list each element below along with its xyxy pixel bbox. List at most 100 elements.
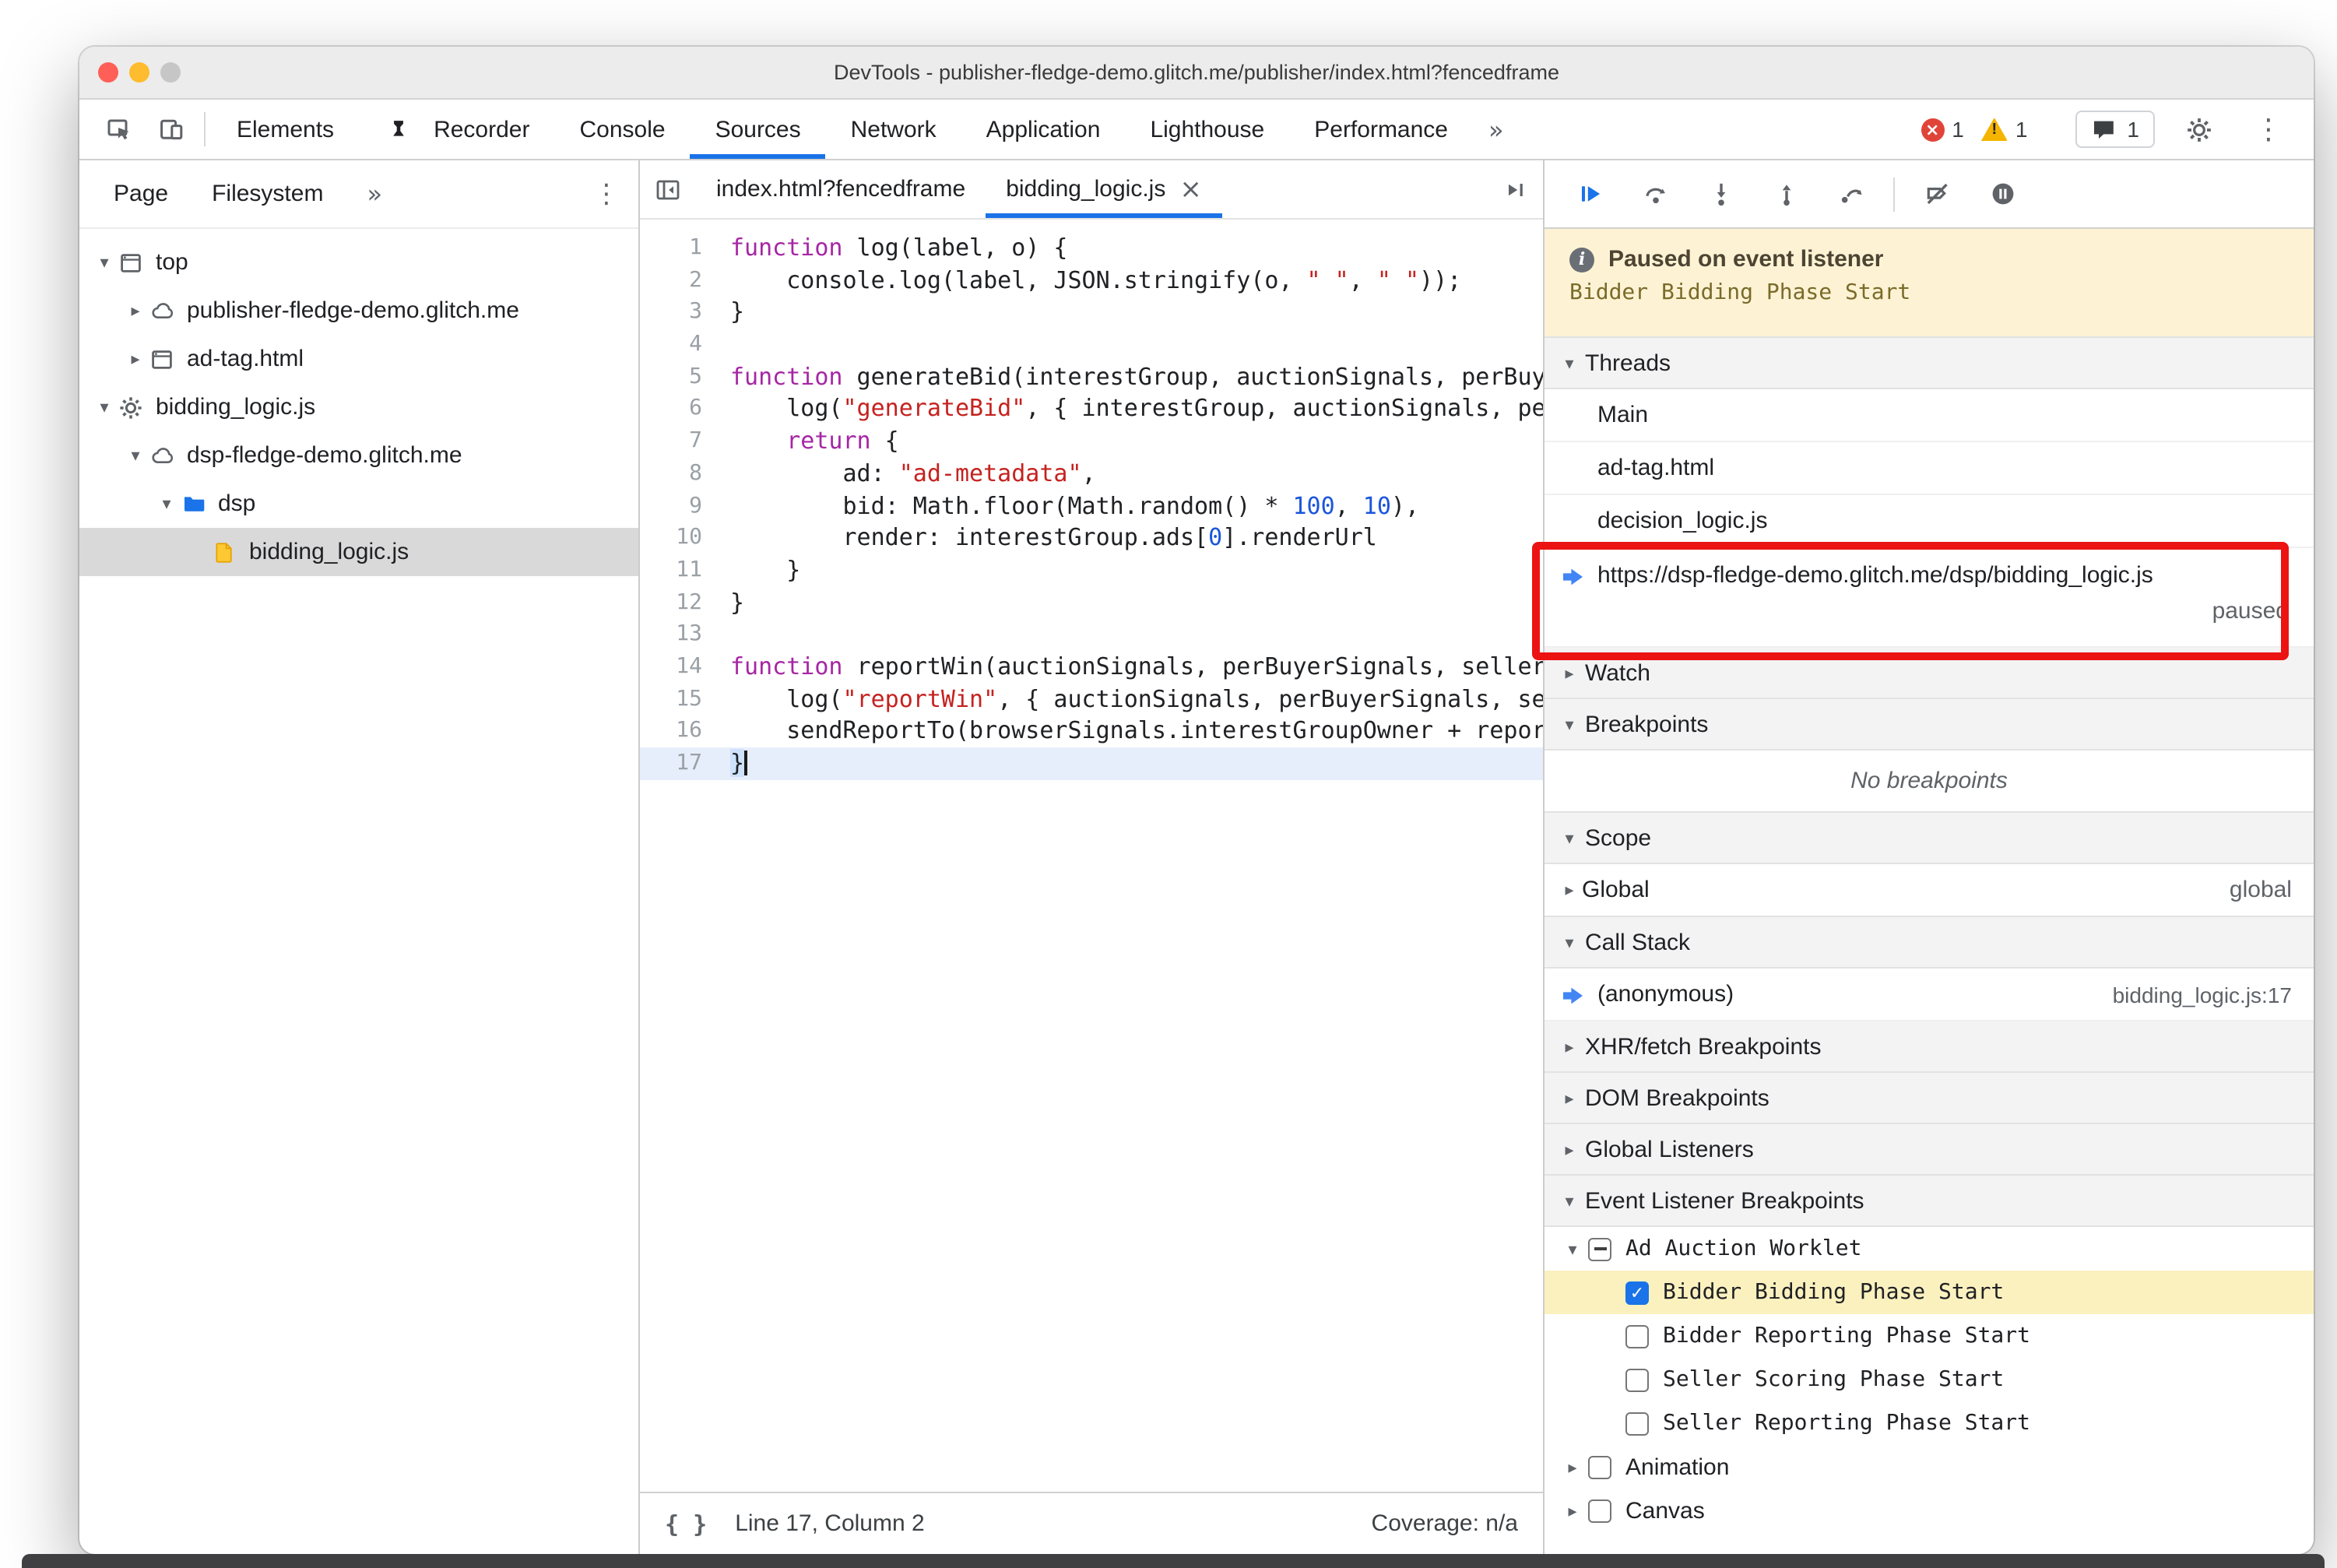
line-number[interactable]: 4 (640, 329, 721, 360)
checkbox-seller-scoring-phase-start[interactable] (1625, 1368, 1649, 1391)
thread-item-decision-logic-js[interactable]: decision_logic.js (1545, 495, 2314, 548)
navigator-kebab-menu-icon[interactable]: ⋮ (593, 178, 620, 209)
close-tab-icon[interactable]: × (1179, 174, 1202, 205)
checkbox-animation[interactable] (1588, 1455, 1611, 1478)
code-line-content[interactable]: render: interestGroup.ads[0].renderUrl (721, 522, 1376, 554)
tree-item-top[interactable]: ▾ top (79, 238, 638, 287)
code-line-content[interactable]: } (721, 554, 800, 586)
zoom-window-button[interactable] (160, 62, 181, 83)
code-line-content[interactable]: function generateBid(interestGroup, auct… (721, 361, 1543, 393)
code-editor[interactable]: 1 function log(label, o) {2 console.log(l… (640, 220, 1543, 1492)
tab-elements[interactable]: Elements (212, 100, 359, 159)
resume-button[interactable] (1566, 171, 1613, 217)
chevron-right-icon[interactable]: ▸ (123, 349, 148, 369)
tab-application[interactable]: Application (961, 100, 1126, 159)
tree-item-bidding-logic-js[interactable]: bidding_logic.js (79, 528, 638, 576)
line-number[interactable]: 10 (640, 522, 721, 554)
elb-group-ad-auction-worklet[interactable]: ▾ Ad Auction Worklet (1545, 1227, 2314, 1271)
code-line-content[interactable] (721, 329, 730, 360)
chevron-right-icon[interactable]: ▸ (1560, 1457, 1585, 1477)
code-line-content[interactable]: } (721, 747, 748, 779)
line-number[interactable]: 6 (640, 393, 721, 425)
tab-recorder[interactable]: Recorder (359, 100, 554, 159)
tab-page[interactable]: Page (114, 181, 168, 207)
tree-item-dsp[interactable]: ▾ dsp (79, 480, 638, 528)
chevron-down-icon[interactable]: ▾ (92, 252, 117, 272)
section-threads[interactable]: ▾ Threads (1545, 336, 2314, 389)
line-number[interactable]: 1 (640, 232, 721, 264)
line-number[interactable]: 2 (640, 264, 721, 296)
settings-gear-icon[interactable] (2172, 116, 2225, 142)
tab-performance[interactable]: Performance (1289, 100, 1473, 159)
warning-count-badge[interactable]: ! 1 (1980, 117, 2027, 142)
call-stack-frame[interactable]: (anonymous) bidding_logic.js:17 (1545, 969, 2314, 1021)
checkbox-ad-auction-worklet[interactable] (1588, 1237, 1611, 1260)
checkbox-bidder-bidding-phase-start[interactable] (1625, 1281, 1649, 1304)
tree-item-publisher-fledge-demo-glitch-me[interactable]: ▸ publisher-fledge-demo.glitch.me (79, 287, 638, 335)
elb-item-bidder-reporting-phase-start[interactable]: Bidder Reporting Phase Start (1545, 1314, 2314, 1358)
line-number[interactable]: 7 (640, 425, 721, 457)
elb-item-label[interactable]: Seller Scoring Phase Start (1663, 1367, 2004, 1392)
code-line-content[interactable]: log("reportWin", { auctionSignals, perBu… (721, 683, 1543, 715)
checkbox-seller-reporting-phase-start[interactable] (1625, 1412, 1649, 1435)
elb-item-label[interactable]: Bidder Bidding Phase Start (1663, 1280, 2004, 1305)
kebab-menu-icon[interactable]: ⋮ (2242, 113, 2295, 146)
tab-filesystem[interactable]: Filesystem (212, 181, 323, 207)
section-xhr-breakpoints[interactable]: ▸ XHR/fetch Breakpoints (1545, 1020, 2314, 1073)
code-line-content[interactable]: } (721, 586, 744, 618)
code-line-content[interactable]: log("generateBid", { interestGroup, auct… (721, 393, 1543, 425)
code-line-content[interactable]: } (721, 297, 744, 329)
elb-item-seller-scoring-phase-start[interactable]: Seller Scoring Phase Start (1545, 1358, 2314, 1401)
line-number[interactable]: 11 (640, 554, 721, 586)
chevron-right-icon[interactable]: ▸ (123, 301, 148, 321)
elb-group-canvas[interactable]: ▸ Canvas (1545, 1489, 2314, 1532)
tab-network[interactable]: Network (826, 100, 961, 159)
line-number[interactable]: 12 (640, 586, 721, 618)
section-breakpoints[interactable]: ▾ Breakpoints (1545, 698, 2314, 751)
error-count-badge[interactable]: × 1 (1921, 117, 1964, 142)
line-number[interactable]: 15 (640, 683, 721, 715)
step-into-button[interactable] (1697, 171, 1744, 217)
pretty-print-icon[interactable]: { } (665, 1510, 707, 1538)
code-line-content[interactable]: bid: Math.floor(Math.random() * 100, 10)… (721, 490, 1419, 522)
checkbox-bidder-reporting-phase-start[interactable] (1625, 1324, 1649, 1348)
line-number[interactable]: 13 (640, 619, 721, 651)
thread-item-current[interactable]: https://dsp-fledge-demo.glitch.me/dsp/bi… (1545, 548, 2314, 648)
code-line-content[interactable]: console.log(label, JSON.stringify(o, " "… (721, 264, 1461, 296)
tree-item-dsp-fledge-demo-glitch-me[interactable]: ▾ dsp-fledge-demo.glitch.me (79, 431, 638, 480)
section-global-listeners[interactable]: ▸ Global Listeners (1545, 1123, 2314, 1176)
chevron-down-icon[interactable]: ▾ (1560, 1239, 1585, 1259)
minimize-window-button[interactable] (129, 62, 149, 83)
elb-item-bidder-bidding-phase-start[interactable]: Bidder Bidding Phase Start (1545, 1271, 2314, 1314)
elb-group-label[interactable]: Animation (1625, 1454, 1729, 1480)
inspect-icon[interactable] (92, 100, 145, 159)
thread-item-main[interactable]: Main (1545, 389, 2314, 442)
elb-group-label[interactable]: Ad Auction Worklet (1625, 1236, 1861, 1261)
line-number[interactable]: 17 (640, 747, 721, 779)
thread-item-ad-tag-html[interactable]: ad-tag.html (1545, 442, 2314, 495)
device-toolbar-icon[interactable] (145, 100, 198, 159)
tree-item-ad-tag-html[interactable]: ▸ ad-tag.html (79, 335, 638, 383)
chevron-right-icon[interactable]: ▸ (1560, 1500, 1585, 1521)
code-line-content[interactable]: function reportWin(auctionSignals, perBu… (721, 651, 1543, 683)
elb-item-label[interactable]: Seller Reporting Phase Start (1663, 1411, 2030, 1436)
elb-group-label[interactable]: Canvas (1625, 1497, 1705, 1524)
elb-item-seller-reporting-phase-start[interactable]: Seller Reporting Phase Start (1545, 1401, 2314, 1445)
line-number[interactable]: 14 (640, 651, 721, 683)
section-event-listener-breakpoints[interactable]: ▾ Event Listener Breakpoints (1545, 1174, 2314, 1227)
code-line-content[interactable]: ad: "ad-metadata", (721, 458, 1095, 490)
elb-item-label[interactable]: Bidder Reporting Phase Start (1663, 1324, 2030, 1348)
tab-lighthouse[interactable]: Lighthouse (1125, 100, 1289, 159)
close-window-button[interactable] (98, 62, 118, 83)
issues-button[interactable]: 1 (2075, 111, 2155, 148)
code-line-content[interactable]: function log(label, o) { (721, 232, 1068, 264)
more-panels-chevron-icon[interactable]: » (1473, 100, 1520, 159)
checkbox-canvas[interactable] (1588, 1499, 1611, 1522)
code-line-content[interactable]: return { (721, 425, 899, 457)
open-file-navigation-icon[interactable] (1487, 160, 1543, 218)
elb-group-animation[interactable]: ▸ Animation (1545, 1445, 2314, 1489)
line-number[interactable]: 8 (640, 458, 721, 490)
tab-console[interactable]: Console (554, 100, 690, 159)
section-call-stack[interactable]: ▾ Call Stack (1545, 916, 2314, 969)
editor-tab-index-html-fencedframe[interactable]: index.html?fencedframe (696, 160, 986, 218)
